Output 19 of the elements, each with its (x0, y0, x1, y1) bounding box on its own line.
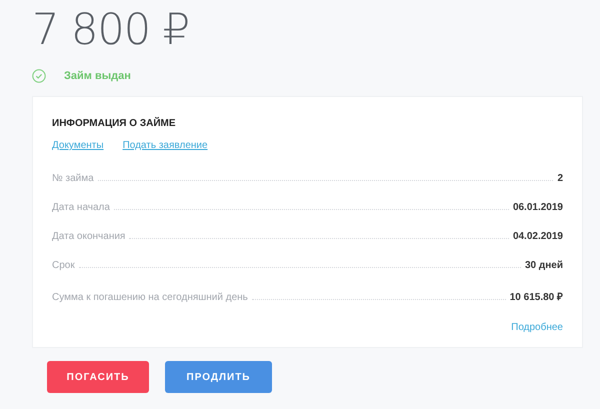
link[interactable]: Документы (52, 140, 104, 151)
field-value: 06.01.2019 (512, 202, 563, 213)
card-title: ИНФОРМАЦИЯ О ЗАЙМЕ (52, 118, 177, 129)
field-label: Дата начала (52, 202, 110, 213)
more-link[interactable]: Подробнее (511, 322, 563, 333)
status-label: Займ выдан (64, 70, 131, 82)
field-value: 04.02.2019 (512, 231, 563, 242)
loan-amount: 7 800 ₽ (32, 8, 190, 52)
field-label: Сумма к погашению на сегодняшний день (52, 292, 248, 303)
field-value: 30 дней (525, 260, 563, 271)
field-value: 10 615.80 ₽ (510, 291, 563, 303)
field-label: Дата окончания (52, 231, 126, 242)
field-label: Срок (52, 260, 75, 271)
action-button[interactable]: ПОГАСИТЬ (47, 361, 149, 393)
field-label: № займа (52, 173, 94, 184)
link[interactable]: Подать заявление (122, 140, 208, 151)
field-value: 2 (557, 173, 563, 184)
action-button[interactable]: ПРОДЛИТЬ (165, 361, 272, 393)
check-circle-icon (32, 69, 46, 83)
